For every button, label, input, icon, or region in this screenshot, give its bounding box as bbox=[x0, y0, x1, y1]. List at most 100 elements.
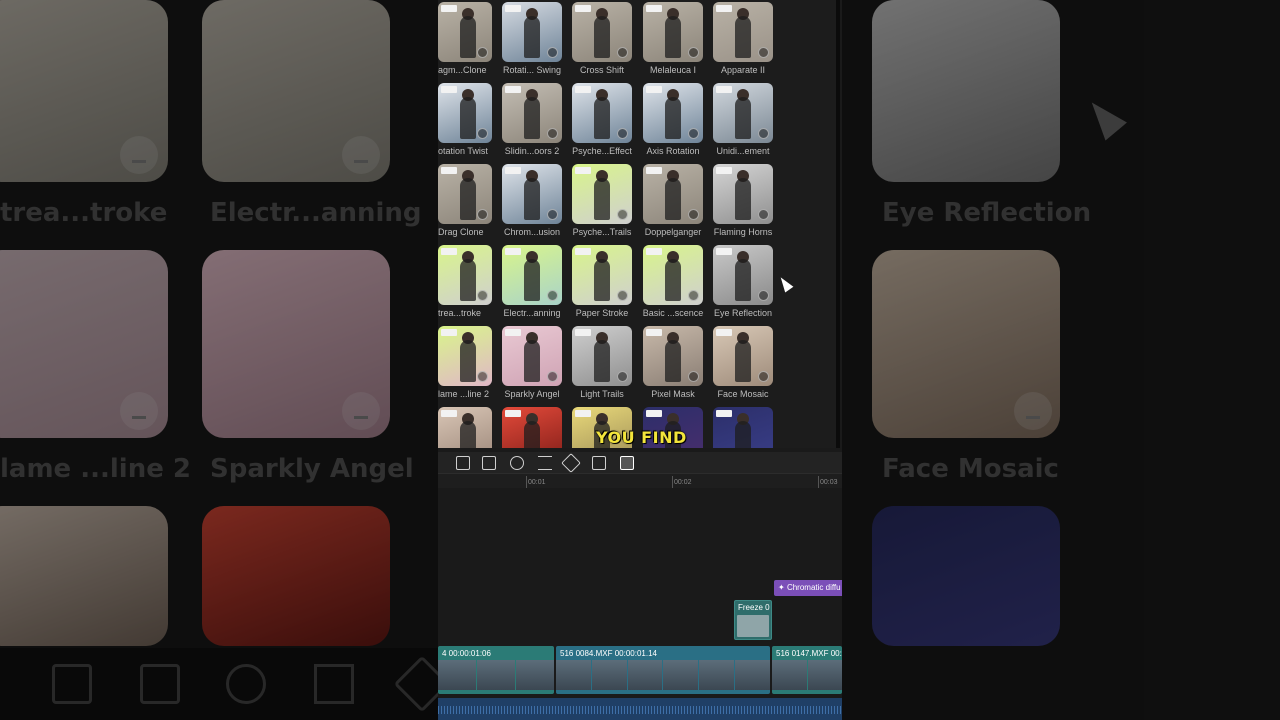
effect-thumbnail[interactable] bbox=[572, 2, 632, 62]
effect-thumbnail[interactable] bbox=[502, 245, 562, 305]
effect-label: Face Mosaic bbox=[717, 389, 769, 399]
download-icon[interactable] bbox=[688, 209, 699, 220]
video-clip[interactable]: 516 0147.MXF 00: bbox=[772, 646, 842, 694]
effect-thumbnail[interactable] bbox=[438, 326, 492, 386]
effect-thumbnail[interactable] bbox=[502, 407, 562, 448]
download-icon[interactable] bbox=[547, 128, 558, 139]
effect-thumbnail[interactable] bbox=[502, 2, 562, 62]
effect-thumbnail[interactable] bbox=[502, 83, 562, 143]
download-icon[interactable] bbox=[477, 128, 488, 139]
effect-thumbnail[interactable] bbox=[643, 83, 703, 143]
download-icon[interactable] bbox=[688, 371, 699, 382]
video-clip[interactable]: 4 00:00:01:06 bbox=[438, 646, 554, 694]
download-icon[interactable] bbox=[477, 371, 488, 382]
bg-download-icon bbox=[1014, 392, 1052, 430]
download-icon[interactable] bbox=[617, 209, 628, 220]
bg-download-icon bbox=[120, 392, 158, 430]
effect-thumbnail[interactable] bbox=[713, 407, 773, 448]
effect-thumbnail[interactable] bbox=[572, 245, 632, 305]
download-icon[interactable] bbox=[688, 290, 699, 301]
effect-clip-chromatic[interactable]: ✦ Chromatic diffu bbox=[774, 580, 842, 596]
freeze-frame-icon[interactable] bbox=[620, 456, 634, 470]
main-video-track: 4 00:00:01:06 516 0084.MXF 00:00:01.14 5… bbox=[438, 646, 842, 694]
effect-thumbnail[interactable] bbox=[713, 245, 773, 305]
mirror-icon[interactable] bbox=[538, 456, 552, 470]
background-right-blur: Eye Reflection Face Mosaic bbox=[842, 0, 1280, 720]
download-icon[interactable] bbox=[688, 47, 699, 58]
download-icon[interactable] bbox=[758, 47, 769, 58]
download-icon[interactable] bbox=[617, 290, 628, 301]
panel-divider bbox=[836, 0, 840, 448]
effect-label: Apparate II bbox=[720, 65, 766, 75]
pro-badge bbox=[575, 5, 591, 12]
effect-thumbnail[interactable] bbox=[502, 164, 562, 224]
pro-badge bbox=[646, 167, 662, 174]
effect-thumbnail[interactable] bbox=[643, 2, 703, 62]
effect-label: Light Trails bbox=[580, 389, 624, 399]
effect-thumbnail[interactable] bbox=[502, 326, 562, 386]
effect-thumbnail[interactable] bbox=[713, 83, 773, 143]
effect-label: lame ...line 2 bbox=[438, 389, 490, 399]
figure-body bbox=[524, 259, 540, 301]
pro-badge bbox=[716, 5, 732, 12]
effect-thumbnail[interactable] bbox=[713, 2, 773, 62]
rotate-icon[interactable] bbox=[561, 453, 581, 473]
pro-badge bbox=[716, 410, 732, 417]
ruler-tick: 00:01 bbox=[526, 476, 546, 488]
download-icon[interactable] bbox=[758, 290, 769, 301]
effect-thumbnail[interactable] bbox=[643, 245, 703, 305]
pro-badge bbox=[505, 167, 521, 174]
timeline-ruler: 00:01 00:02 00:03 bbox=[438, 474, 842, 488]
split-icon[interactable] bbox=[482, 456, 496, 470]
download-icon[interactable] bbox=[617, 128, 628, 139]
effect-thumbnail[interactable] bbox=[643, 326, 703, 386]
effect-thumbnail[interactable] bbox=[572, 83, 632, 143]
figure-body bbox=[460, 16, 476, 58]
download-icon[interactable] bbox=[758, 209, 769, 220]
effect-label: Slidin...oors 2 bbox=[504, 146, 560, 156]
figure-body bbox=[665, 340, 681, 382]
effect-thumbnail[interactable] bbox=[438, 245, 492, 305]
freeze-clip-suffix: 0 bbox=[765, 603, 770, 612]
effect-thumbnail[interactable] bbox=[572, 164, 632, 224]
delete-icon[interactable] bbox=[456, 456, 470, 470]
effect-label: Electr...anning bbox=[503, 308, 561, 318]
figure-body bbox=[665, 259, 681, 301]
download-icon[interactable] bbox=[547, 290, 558, 301]
download-icon[interactable] bbox=[617, 371, 628, 382]
speed-icon[interactable] bbox=[510, 456, 524, 470]
effect-label: agm...Clone bbox=[438, 65, 487, 75]
download-icon[interactable] bbox=[547, 209, 558, 220]
pro-badge bbox=[716, 248, 732, 255]
effect-thumbnail[interactable] bbox=[643, 164, 703, 224]
freeze-clip[interactable]: Freeze 0 bbox=[734, 600, 772, 640]
effect-label: Psyche...Trails bbox=[572, 227, 632, 237]
effect-label: Basic ...scence bbox=[642, 308, 704, 318]
crop-icon[interactable] bbox=[592, 456, 606, 470]
effect-thumbnail[interactable] bbox=[438, 83, 492, 143]
download-icon[interactable] bbox=[547, 371, 558, 382]
download-icon[interactable] bbox=[617, 47, 628, 58]
effect-thumbnail[interactable] bbox=[438, 407, 492, 448]
download-icon[interactable] bbox=[758, 371, 769, 382]
effect-thumbnail[interactable] bbox=[713, 164, 773, 224]
video-clip[interactable]: 516 0084.MXF 00:00:01.14 bbox=[556, 646, 770, 694]
bg-download-icon bbox=[342, 136, 380, 174]
pro-badge bbox=[575, 167, 591, 174]
effect-thumbnail[interactable] bbox=[713, 326, 773, 386]
effect-thumbnail[interactable] bbox=[572, 326, 632, 386]
effect-label: Melaleuca I bbox=[649, 65, 697, 75]
download-icon[interactable] bbox=[758, 128, 769, 139]
download-icon[interactable] bbox=[477, 209, 488, 220]
figure-body bbox=[594, 178, 610, 220]
download-icon[interactable] bbox=[547, 47, 558, 58]
figure-body bbox=[735, 16, 751, 58]
effect-thumbnail[interactable] bbox=[438, 2, 492, 62]
download-icon[interactable] bbox=[477, 47, 488, 58]
pro-badge bbox=[505, 5, 521, 12]
download-icon[interactable] bbox=[477, 290, 488, 301]
download-icon[interactable] bbox=[688, 128, 699, 139]
effect-thumbnail[interactable] bbox=[438, 164, 492, 224]
clip-label: 516 0147.MXF 00: bbox=[776, 649, 842, 658]
clip-label: 4 00:00:01:06 bbox=[442, 649, 491, 658]
